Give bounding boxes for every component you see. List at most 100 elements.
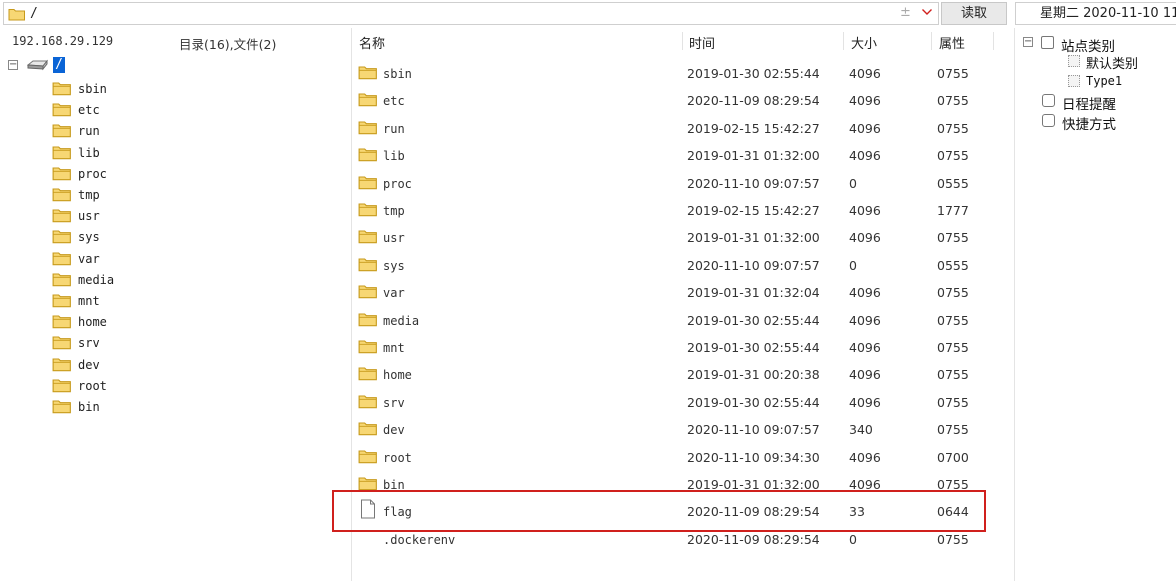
table-row[interactable]: media 2019-01-30 02:55:44 4096 0755	[352, 306, 1015, 333]
cell-time: 2019-01-30 02:55:44	[687, 66, 820, 81]
tree-item-label: root	[78, 378, 107, 393]
table-row[interactable]: dev 2020-11-10 09:07:57 340 0755	[352, 415, 1015, 442]
site-category-item[interactable]: Type1	[1068, 72, 1168, 90]
cell-size: 4096	[849, 93, 881, 109]
cell-name: root	[383, 450, 412, 465]
cell-time: 2020-11-09 08:29:54	[687, 531, 820, 547]
table-row[interactable]: root 2020-11-10 09:34:30 4096 0700	[352, 443, 1015, 470]
collapse-icon[interactable]: −	[1023, 37, 1033, 47]
category-icon	[1041, 36, 1054, 49]
cell-name: sys	[383, 258, 405, 273]
tree-item-label: proc	[78, 166, 107, 181]
cell-attr: 0755	[937, 367, 969, 383]
address-bar: / ± 读取 星期二 2020-11-10 11:	[0, 0, 1176, 27]
cell-attr: 0755	[937, 66, 969, 81]
cell-name: media	[383, 313, 420, 328]
cell-name: flag	[383, 505, 412, 520]
cell-name: srv	[383, 395, 405, 410]
site-category-label: 默认类别	[1086, 57, 1139, 72]
cell-size: 340	[849, 422, 873, 438]
schedule-node[interactable]: 日程提醒	[1042, 92, 1172, 113]
column-header-size[interactable]: 大小	[851, 33, 877, 52]
cell-time: 2020-11-10 09:07:57	[687, 422, 820, 438]
cell-name: mnt	[383, 341, 405, 355]
folder-icon	[358, 146, 378, 165]
cell-name: var	[383, 286, 405, 301]
cell-time: 2020-11-09 08:29:54	[687, 504, 820, 520]
table-row[interactable]: home 2019-01-31 00:20:38 4096 0755	[352, 360, 1015, 387]
tree-item-label: tmp	[78, 188, 100, 202]
cell-name: dev	[383, 423, 405, 438]
item-summary: 目录(16),文件(2)	[179, 37, 277, 52]
cell-attr: 0755	[937, 422, 969, 438]
cell-attr: 0755	[937, 148, 969, 164]
column-divider[interactable]	[993, 32, 994, 50]
cell-size: 4096	[849, 66, 881, 81]
table-row[interactable]: mnt 2019-01-30 02:55:44 4096 0755	[352, 333, 1015, 360]
sites-node[interactable]: − 站点类别	[1023, 34, 1173, 55]
cell-size: 0	[849, 175, 857, 191]
cell-time: 2019-02-15 15:42:27	[687, 203, 820, 218]
cell-size: 4096	[849, 285, 881, 301]
folder-icon	[358, 393, 378, 412]
folder-icon	[52, 377, 72, 396]
table-row[interactable]: sbin 2019-01-30 02:55:44 4096 0755	[352, 59, 1015, 86]
column-divider[interactable]	[682, 32, 683, 50]
column-divider[interactable]	[931, 32, 932, 50]
folder-icon	[52, 271, 72, 290]
tree-item-label: mnt	[78, 294, 100, 308]
folder-icon	[358, 174, 378, 193]
cell-size: 4096	[849, 203, 881, 218]
file-icon	[360, 499, 376, 522]
cell-time: 2019-01-31 01:32:04	[687, 285, 820, 301]
plus-minus-icon[interactable]: ±	[900, 5, 911, 20]
path-text: /	[30, 6, 38, 21]
table-row[interactable]: bin 2019-01-31 01:32:00 4096 0755	[352, 470, 1015, 497]
cell-attr: 0555	[937, 257, 969, 273]
folder-icon	[358, 256, 378, 275]
column-header-attr[interactable]: 属性	[939, 33, 965, 52]
shortcut-node[interactable]: 快捷方式	[1042, 112, 1172, 133]
cell-attr: 0700	[937, 449, 969, 465]
table-row[interactable]: flag 2020-11-09 08:29:54 33 0644	[352, 497, 1015, 524]
folder-icon	[52, 398, 72, 417]
cell-time: 2019-01-31 01:32:00	[687, 148, 820, 164]
table-row[interactable]: etc 2020-11-09 08:29:54 4096 0755	[352, 86, 1015, 113]
read-button[interactable]: 读取	[941, 2, 1007, 25]
cell-time: 2019-01-30 02:55:44	[687, 394, 820, 410]
shortcut-label: 快捷方式	[1062, 117, 1116, 133]
table-row[interactable]: .dockerenv 2020-11-09 08:29:54 0 0755	[352, 525, 1015, 552]
table-row[interactable]: srv 2019-01-30 02:55:44 4096 0755	[352, 388, 1015, 415]
root-label-selected[interactable]: /	[53, 57, 65, 73]
path-input[interactable]: / ±	[3, 2, 939, 25]
table-row[interactable]: usr 2019-01-31 01:32:00 4096 0755	[352, 223, 1015, 250]
table-row[interactable]: lib 2019-01-31 01:32:00 4096 0755	[352, 141, 1015, 168]
table-row[interactable]: run 2019-02-15 15:42:27 4096 0755	[352, 114, 1015, 141]
table-row[interactable]: sys 2020-11-10 09:07:57 0 0555	[352, 251, 1015, 278]
folder-icon	[52, 228, 72, 247]
cell-size: 33	[849, 504, 865, 520]
table-row[interactable]: var 2019-01-31 01:32:04 4096 0755	[352, 278, 1015, 305]
folder-icon	[52, 165, 72, 184]
tree-item-label: var	[78, 251, 100, 266]
chevron-down-icon[interactable]	[921, 6, 933, 21]
column-header-time[interactable]: 时间	[689, 33, 715, 52]
category-item-icon	[1068, 55, 1080, 67]
table-row[interactable]: proc 2020-11-10 09:07:57 0 0555	[352, 169, 1015, 196]
cell-size: 4096	[849, 477, 881, 492]
cell-name: tmp	[383, 204, 405, 218]
cell-size: 4096	[849, 449, 881, 465]
cell-size: 4096	[849, 148, 881, 164]
collapse-icon[interactable]: −	[8, 60, 18, 70]
tree-item-label: dev	[78, 357, 100, 372]
cell-time: 2019-02-15 15:42:27	[687, 120, 820, 136]
folder-icon	[358, 64, 378, 83]
column-divider[interactable]	[843, 32, 844, 50]
cell-attr: 0644	[937, 504, 969, 520]
column-header-name[interactable]: 名称	[359, 33, 385, 52]
file-list-pane: 名称 时间 大小 属性 sbin 2019-01-30 02:55:44 4096 0…	[352, 28, 1015, 581]
site-category-item[interactable]: 默认类别	[1068, 52, 1168, 72]
tree-item-label: etc	[78, 103, 100, 118]
table-row[interactable]: tmp 2019-02-15 15:42:27 4096 1777	[352, 196, 1015, 223]
tree-header: 192.168.29.129 目录(16),文件(2)	[0, 28, 352, 52]
